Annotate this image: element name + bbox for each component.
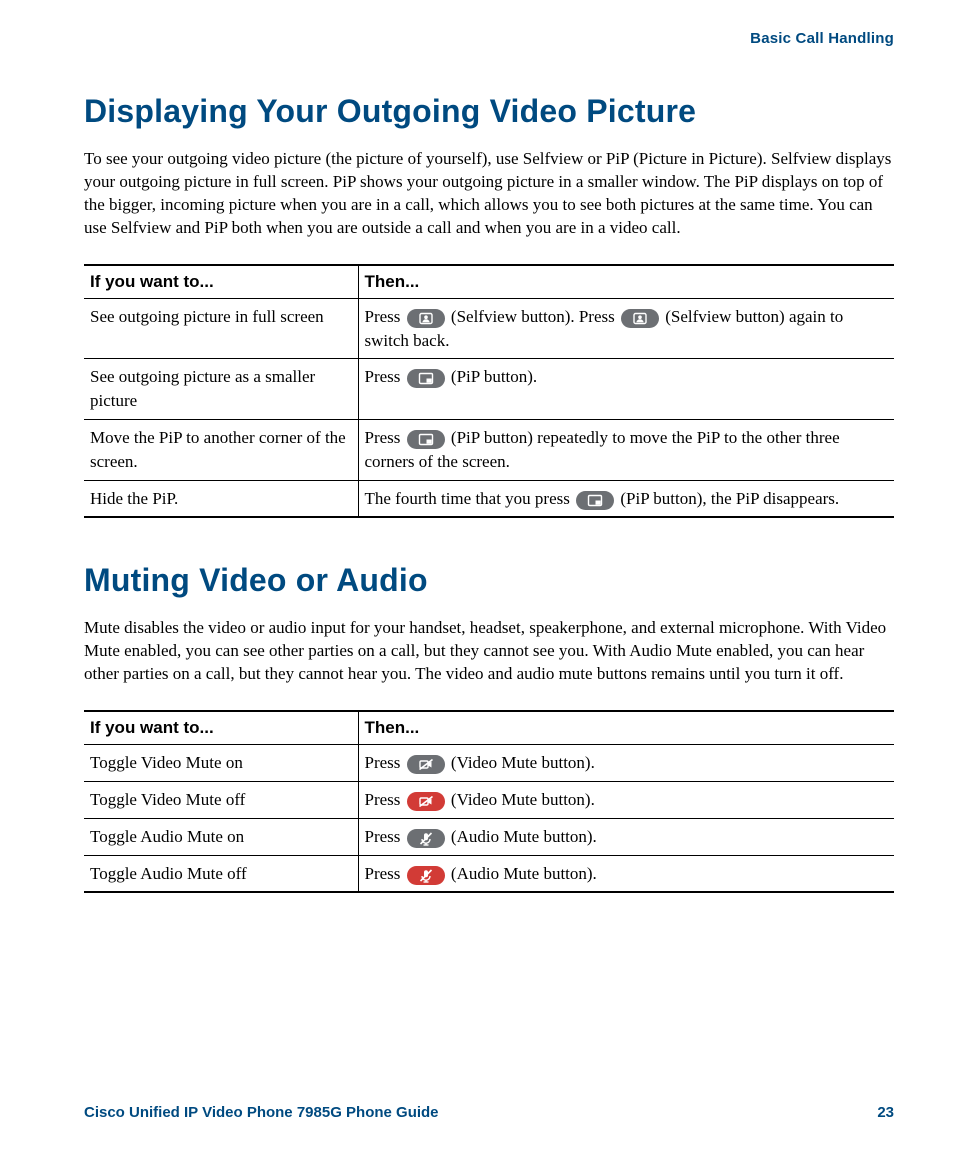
table-row: Hide the PiP.The fourth time that you pr… [84, 480, 894, 517]
table-row: See outgoing picture as a smaller pictur… [84, 359, 894, 420]
table-cell-then: Press (Video Mute button). [358, 745, 894, 782]
table2-header-col2: Then... [358, 711, 894, 745]
header-section-title: Basic Call Handling [750, 30, 894, 47]
video-mute-button-icon [407, 755, 445, 774]
table2-header-col1: If you want to... [84, 711, 358, 745]
table-cell-then: Press (Video Mute button). [358, 781, 894, 818]
table-cell-then: Press (Selfview button). Press (Selfview… [358, 298, 894, 359]
table-row: See outgoing picture in full screenPress… [84, 298, 894, 359]
page-footer: Cisco Unified IP Video Phone 7985G Phone… [84, 1104, 894, 1121]
footer-guide-title: Cisco Unified IP Video Phone 7985G Phone… [84, 1104, 439, 1121]
table1-header-col2: Then... [358, 265, 894, 299]
table-cell-then: Press (Audio Mute button). [358, 818, 894, 855]
table-row: Toggle Audio Mute offPress (Audio Mute b… [84, 855, 894, 892]
table-row: Toggle Video Mute offPress (Video Mute b… [84, 781, 894, 818]
table-cell-if: Toggle Video Mute on [84, 745, 358, 782]
audio-mute-button-icon [407, 866, 445, 885]
audio-mute-button-icon [407, 829, 445, 848]
section2-table: If you want to... Then... Toggle Video M… [84, 710, 894, 893]
table-cell-then: Press (PiP button). [358, 359, 894, 420]
video-mute-button-icon [407, 792, 445, 811]
table-cell-if: Toggle Audio Mute off [84, 855, 358, 892]
footer-page-number: 23 [877, 1104, 894, 1121]
section2-heading: Muting Video or Audio [84, 562, 894, 599]
table-cell-then: The fourth time that you press (PiP butt… [358, 480, 894, 517]
table-cell-then: Press (PiP button) repeatedly to move th… [358, 419, 894, 480]
section2-paragraph: Mute disables the video or audio input f… [84, 617, 894, 686]
table-cell-if: See outgoing picture in full screen [84, 298, 358, 359]
pip-button-icon [407, 430, 445, 449]
table-cell-if: See outgoing picture as a smaller pictur… [84, 359, 358, 420]
selfview-button-icon [407, 309, 445, 328]
table-row: Move the PiP to another corner of the sc… [84, 419, 894, 480]
section1-heading: Displaying Your Outgoing Video Picture [84, 93, 894, 130]
table-cell-then: Press (Audio Mute button). [358, 855, 894, 892]
pip-button-icon [407, 369, 445, 388]
pip-button-icon [576, 491, 614, 510]
page-header: Basic Call Handling [84, 30, 894, 47]
section1-table: If you want to... Then... See outgoing p… [84, 264, 894, 519]
table1-header-col1: If you want to... [84, 265, 358, 299]
selfview-button-icon [621, 309, 659, 328]
table-row: Toggle Audio Mute onPress (Audio Mute bu… [84, 818, 894, 855]
table-cell-if: Toggle Video Mute off [84, 781, 358, 818]
section1-paragraph: To see your outgoing video picture (the … [84, 148, 894, 240]
table-cell-if: Toggle Audio Mute on [84, 818, 358, 855]
table-row: Toggle Video Mute onPress (Video Mute bu… [84, 745, 894, 782]
table-cell-if: Move the PiP to another corner of the sc… [84, 419, 358, 480]
table-cell-if: Hide the PiP. [84, 480, 358, 517]
